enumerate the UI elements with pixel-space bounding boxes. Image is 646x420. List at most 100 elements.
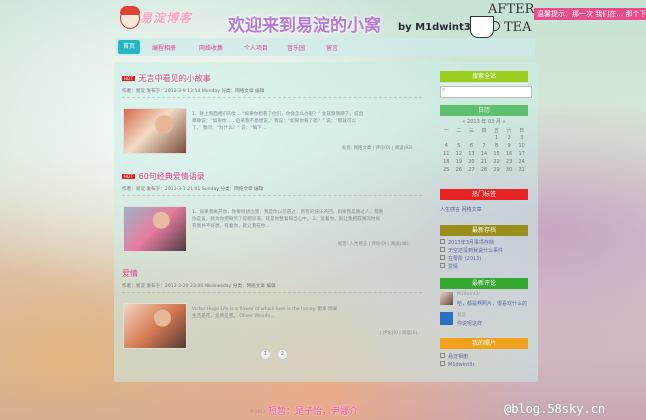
calendar-day[interactable]: 20 [465,158,478,166]
calendar-day[interactable]: 10 [515,142,528,150]
teacup-icon [470,16,500,38]
comment-author[interactable]: 易淀 [457,312,466,318]
calendar-day[interactable]: 11 [440,150,453,158]
post-title-text[interactable]: 60句经典爱情语录 [139,172,205,181]
calendar-day[interactable]: 26 [453,166,466,174]
archive-link[interactable]: 2013年3月事项存档 [440,239,494,246]
friend-link[interactable]: 易淀相册 [440,353,468,360]
site-title: 欢迎来到易淀的小窝 [228,16,381,36]
divider [122,97,422,98]
calendar-day[interactable]: 2 [503,134,516,142]
pager-page-2[interactable]: 2 [277,349,288,360]
footer-url[interactable]: @blog.58sky.cn [504,402,605,416]
calendar-day[interactable]: 8 [490,142,503,150]
calendar-day [453,134,466,142]
excerpt-line: 有我并不好想，有着你，就让我在你... [192,224,270,229]
archive-link-label[interactable]: 无空还没到我说什么事件 [448,248,503,254]
comment-text[interactable]: 哈，都是啊照片，很喜欢什么的 [457,300,527,307]
post-title[interactable]: HOT 无言中看见的小故事 [122,73,211,84]
friend-link-label[interactable]: 易淀相册 [448,354,468,360]
nav-item-guestbook[interactable]: 留言 [326,43,338,52]
calendar-day[interactable]: 31 [515,166,528,174]
post-title-text[interactable]: 爱情 [122,269,138,278]
nav-item-album[interactable]: 编程相册 [152,43,176,52]
calendar-day[interactable]: 30 [503,166,516,174]
calendar-day[interactable]: 4 [440,142,453,150]
archive-link[interactable]: 无空还没到我说什么事件 [440,247,503,254]
post-title[interactable]: 爱情 [122,268,138,279]
search-icon[interactable]: ⌕ [442,86,445,94]
footer-copyright: © 2013 [250,409,266,414]
nav-item-music[interactable]: 音乐园 [287,43,305,52]
hot-badge: HOT [122,174,135,179]
calendar-day[interactable]: 5 [453,142,466,150]
nav-item-collection[interactable]: 网络收集 [199,43,223,52]
calendar-day[interactable]: 16 [503,150,516,158]
post-thumbnail[interactable] [123,206,187,252]
bullet-icon [440,255,445,260]
weekday: 一 [443,127,449,134]
calendar-day[interactable]: 18 [440,158,453,166]
calendar-day[interactable]: 3 [515,134,528,142]
friend-link[interactable]: M1dwint3r [440,361,475,368]
weekday: 五 [494,127,500,134]
archive-link[interactable]: 爱情 [440,263,458,270]
calendar-day[interactable]: 17 [515,150,528,158]
search-input[interactable] [440,86,532,98]
search-widget-title: 搜索全站 [440,71,528,82]
tea-text-top: AFTER [488,2,535,17]
post-thumbnail[interactable] [123,303,187,349]
calendar-day[interactable]: 21 [478,158,491,166]
weekday: 日 [519,127,525,134]
friend-link-label[interactable]: M1dwint3r [448,362,475,368]
post-thumbnail[interactable] [123,108,187,154]
comment-author[interactable]: M1dwint3r [457,292,480,297]
archive-link-label[interactable]: 爱情 [448,264,458,270]
calendar-day[interactable]: 15 [490,150,503,158]
calendar-day[interactable]: 12 [453,150,466,158]
calendar-day[interactable]: 28 [478,166,491,174]
tea-text-bottom: TEA [504,20,532,35]
calendar-day[interactable]: 22 [490,158,503,166]
tags-widget-title: 热门标签 [440,189,528,200]
hot-badge: HOT [122,76,135,81]
calendar-day[interactable]: 1 [490,134,503,142]
archive-link-label[interactable]: 在零阶 (2013) [448,256,481,262]
post-tags[interactable]: | 评论(0) | 阅读(0) [380,330,417,336]
calendar-day[interactable]: 9 [503,142,516,150]
comment-text[interactable]: 你说呢这样 [457,320,482,327]
calendar-day[interactable]: 7 [478,142,491,150]
calendar-day [478,134,491,142]
calendar-header[interactable]: « 2013 年 03 月 » [440,118,528,125]
calendar-day[interactable]: 6 [465,142,478,150]
archive-link-label[interactable]: 2013年3月事项存档 [448,240,494,246]
calendar-day[interactable]: 19 [453,158,466,166]
archive-link[interactable]: 在零阶 (2013) [440,255,481,262]
site-logo[interactable]: 易淀博客 [120,6,218,30]
excerpt-line: 哪哪说：“如果你……后来我不想想说，” 我说：“如果你看了嗯？” 说：“那就可以 [192,119,357,124]
nav-item-home[interactable]: 首页 [118,40,141,54]
calendar-day[interactable]: 23 [503,158,516,166]
calendar-day[interactable]: 14 [478,150,491,158]
tag-cloud[interactable]: 人生感言 网络文章 [440,206,482,213]
excerpt-line: 了。” 我问：“为什么？” 说：“嘛下... [192,126,267,131]
post-title[interactable]: HOT 60句经典爱情语录 [122,171,205,182]
weekday: 四 [481,127,487,134]
calendar-day[interactable]: 27 [465,166,478,174]
weekday: 二 [456,127,462,134]
post-excerpt: 1、如果我离开你，你要很想念我，我是你以前遇过，所有的快乐的回，如果我是路过人，… [192,209,422,230]
post-title-text[interactable]: 无言中看见的小故事 [139,74,211,83]
calendar-day[interactable]: 29 [490,166,503,174]
calendar-day[interactable]: 25 [440,166,453,174]
site-author: by M1dwint3r [398,22,476,33]
calendar-day[interactable]: 24 [515,158,528,166]
avatar[interactable] [440,292,453,305]
post-tags[interactable]: 标签: 网络文章 | 评论(0) | 阅读(93) [342,145,413,151]
bullet-icon [440,353,445,358]
pager-page-1[interactable]: 1 [260,349,271,360]
calendar-day[interactable]: 13 [465,150,478,158]
nav-item-projects[interactable]: 个人项目 [244,43,268,52]
avatar[interactable] [440,312,453,325]
excerpt-line: Victor Hugo Life is a flower of which lo… [192,307,338,312]
post-tags[interactable]: 标签: 人生感言 | 评论(0) | 阅读(48) [338,241,409,247]
